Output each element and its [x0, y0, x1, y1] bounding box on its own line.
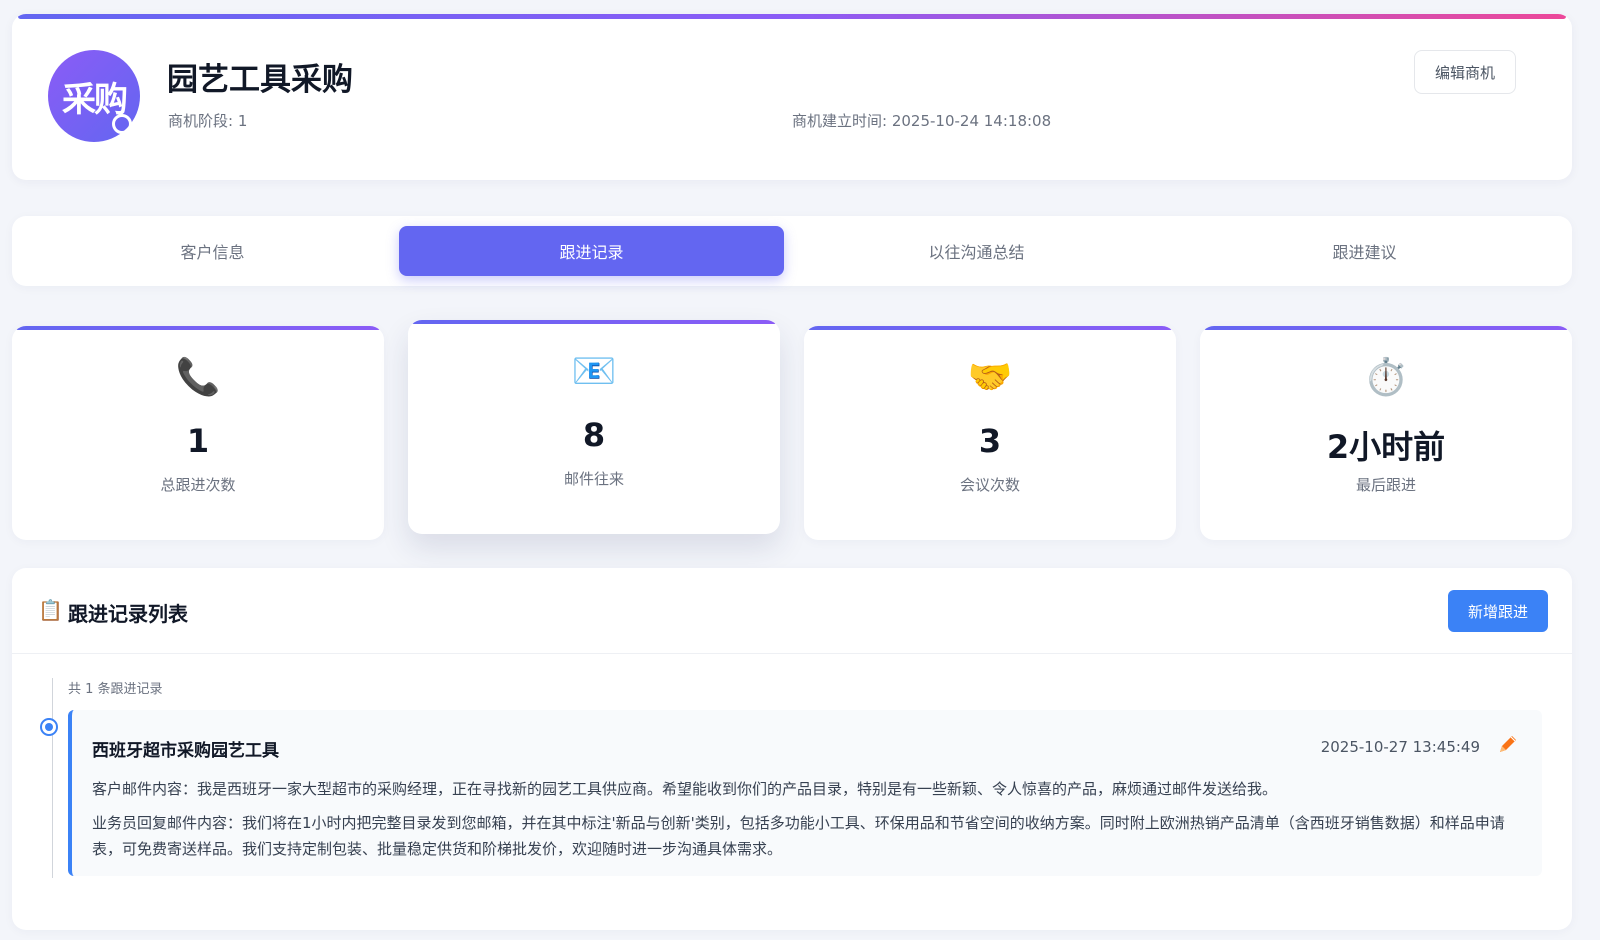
avatar-status-icon: [112, 114, 132, 134]
page-title: 园艺工具采购: [167, 62, 353, 98]
stat-card-emails: 📧 8 邮件往来: [408, 320, 780, 534]
follow-up-records-panel: 📋 跟进记录列表 新增跟进 共 1 条跟进记录 西班牙超市采购园艺工具 2025…: [12, 568, 1572, 930]
email-icon: 📧: [571, 351, 617, 392]
tab-follow-up-records[interactable]: 跟进记录: [399, 226, 784, 276]
stat-value: 1: [186, 422, 210, 460]
record-customer-email: 客户邮件内容：我是西班牙一家大型超市的采购经理，正在寻找新的园艺工具供应商。希望…: [92, 780, 1278, 798]
add-follow-up-button[interactable]: 新增跟进: [1448, 590, 1548, 632]
record-title: 西班牙超市采购园艺工具: [92, 741, 279, 761]
timeline-line: [52, 678, 53, 878]
stat-card-meetings: 🤝 3 会议次数: [804, 326, 1176, 540]
pencil-icon[interactable]: [1496, 732, 1520, 756]
timeline-dot-icon: [40, 718, 58, 736]
record-time: 2025-10-27 13:45:49: [1320, 738, 1480, 756]
opportunity-stage: 商机阶段: 1: [168, 112, 248, 130]
stat-value: 8: [582, 416, 606, 454]
stat-value: 2小时前: [1326, 428, 1446, 466]
list-item[interactable]: 西班牙超市采购园艺工具 2025-10-27 13:45:49 客户邮件内容：我…: [68, 710, 1542, 876]
tab-bar: 客户信息 跟进记录 以往沟通总结 跟进建议: [12, 216, 1572, 286]
stat-card-total-follow-ups: 📞 1 总跟进次数: [12, 326, 384, 540]
stat-label: 邮件往来: [563, 470, 624, 488]
panel-title: 跟进记录列表: [68, 602, 188, 626]
panel-header: 📋 跟进记录列表 新增跟进: [12, 568, 1572, 654]
stat-label: 总跟进次数: [160, 476, 236, 494]
clipboard-icon: 📋: [38, 598, 63, 622]
stopwatch-icon: ⏱️: [1363, 357, 1409, 398]
opportunity-created-time: 商机建立时间: 2025-10-24 14:18:08: [792, 112, 1052, 130]
tab-communication-summary[interactable]: 以往沟通总结: [784, 226, 1169, 276]
stat-label: 会议次数: [959, 476, 1020, 494]
tab-follow-up-suggestions[interactable]: 跟进建议: [1172, 226, 1557, 276]
avatar-text: 采购: [62, 79, 128, 120]
stat-label: 最后跟进: [1355, 476, 1416, 494]
stat-card-last-follow-up: ⏱️ 2小时前 最后跟进: [1200, 326, 1572, 540]
record-reply-email: 业务员回复邮件内容：我们将在1小时内把完整目录发到您邮箱，并在其中标注'新品与创…: [92, 814, 1505, 858]
tab-customer-info[interactable]: 客户信息: [20, 226, 405, 276]
record-count: 共 1 条跟进记录: [68, 682, 163, 697]
header-gradient-bar: [18, 14, 1566, 19]
phone-icon: 📞: [175, 357, 221, 398]
edit-opportunity-button[interactable]: 编辑商机: [1414, 50, 1516, 94]
handshake-icon: 🤝: [967, 357, 1013, 398]
stat-value: 3: [978, 422, 1002, 460]
opportunity-header: 采购 园艺工具采购 商机阶段: 1 商机建立时间: 2025-10-24 14:…: [12, 14, 1572, 180]
